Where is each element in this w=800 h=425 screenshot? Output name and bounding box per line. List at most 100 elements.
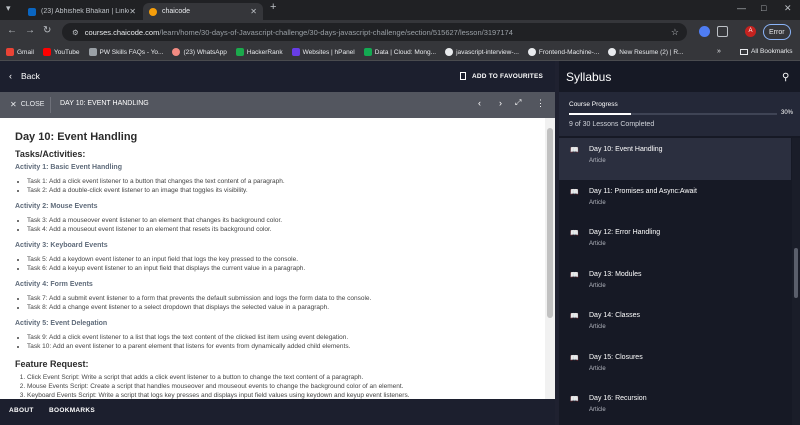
all-bookmarks-label: All Bookmarks [751,48,793,55]
maximize-button[interactable]: □ [761,3,766,13]
about-tab[interactable]: ABOUT [9,407,34,414]
all-bookmarks-button[interactable]: All Bookmarks [740,48,793,55]
github-icon [445,48,454,56]
close-tab-icon[interactable]: ✕ [250,7,257,16]
bookmark-new-resume[interactable]: New Resume (2) | R... [608,48,683,56]
bookmark-pw-skills[interactable]: PW Skills FAQs - Yo... [88,48,163,56]
minimize-button[interactable]: — [737,3,746,13]
url-host: courses.chaicode.com [84,27,160,37]
divider [50,97,51,113]
task-item: Task 9: Add a click event listener to a … [27,333,530,342]
task-item: Task 10: Add an event listener to a pare… [27,342,530,351]
lesson-type: Article [589,324,606,330]
previous-lesson-icon[interactable]: ‹ [478,98,481,108]
sidebar-scrollbar[interactable] [792,138,800,425]
add-to-favourites-button[interactable]: ADD TO FAVOURITES [460,72,543,80]
extension-icon[interactable] [699,26,710,37]
back-button[interactable]: ‹ Back [9,71,40,81]
lesson-item[interactable]: 📖 Day 13: Modules Article [559,263,791,305]
bookmark-label: Websites | hPanel [302,48,355,56]
lesson-name: Day 15: Closures [589,353,643,361]
lesson-name: Day 13: Modules [589,270,642,278]
book-icon: 📖 [570,147,579,154]
bookmark-star-icon[interactable]: ☆ [671,27,679,38]
task-item: Task 3: Add a mouseover event listener t… [27,216,530,225]
lesson-type: Article [589,365,606,372]
lesson-item[interactable]: 📖 Day 14: Classes Article [559,304,791,346]
progress-bar-fill [569,113,632,115]
activity-title: Activity 2: Mouse Events [15,203,98,210]
github-icon [527,48,536,56]
bookmark-youtube[interactable]: YouTube [42,48,80,56]
back-label: Back [21,71,40,81]
lesson-list: 📖 Day 10: Event Handling Article 📖 Day 1… [559,138,791,425]
lesson-item[interactable]: 📖 Day 16: Recursion Article [559,387,791,425]
hackerrank-icon [235,48,244,56]
bookmark-js-interview[interactable]: javascript-interview-... [445,48,519,56]
error-label: Error [769,28,785,36]
bookmark-mongodb[interactable]: Data | Cloud: Mong... [363,48,437,56]
lesson-name: Day 11: Promises and Async:Await [589,187,697,195]
fullscreen-icon[interactable]: ⤢ [515,98,521,108]
browser-tab-linkedin[interactable]: (23) Abhishek Bhakari | Linked ✕ [22,3,142,20]
profile-avatar[interactable]: A [745,26,756,37]
lesson-item[interactable]: 📖 Day 10: Event Handling Article [559,138,791,180]
bookmark-gmail[interactable]: Gmail [6,48,34,56]
back-arrow-icon[interactable]: ← [7,25,17,36]
more-bookmarks-button[interactable]: » [717,48,721,55]
forward-arrow-icon[interactable]: → [25,25,35,36]
browser-tab-chaicode[interactable]: chaicode ✕ [143,3,263,20]
youtube-icon [42,48,51,56]
favourites-label: ADD TO FAVOURITES [472,72,544,80]
lesson-item[interactable]: 📖 Day 15: Closures Article [559,346,791,388]
close-window-button[interactable]: ✕ [784,3,792,14]
task-list: Task 9: Add a click event listener to a … [15,333,530,351]
activity-title: Activity 1: Basic Event Handling [15,164,122,171]
book-icon: 📖 [570,396,579,403]
bookmark-hackerrank[interactable]: HackerRank [235,48,283,56]
bookmark-hpanel[interactable]: Websites | hPanel [291,48,355,56]
chevron-left-icon: ‹ [9,71,12,81]
lesson-item[interactable]: 📖 Day 12: Error Handling Article [559,221,791,263]
lesson-content: Day 10: Event Handling Tasks/Activities:… [0,118,545,399]
tab-title: chaicode [162,8,191,15]
extensions-puzzle-icon[interactable] [717,26,728,37]
more-options-icon[interactable]: ⋮ [536,98,545,109]
sidebar-scrollbar-thumb[interactable] [794,248,798,298]
address-bar[interactable]: ⚙ courses.chaicode.com /learn/home/30-da… [62,23,687,41]
lesson-type: Article [589,241,606,247]
feature-list: Click Event Script: Write a script that … [15,373,530,399]
new-tab-button[interactable]: + [270,1,276,13]
syllabus-title: Syllabus [566,70,612,84]
bookmark-label: (23) WhatsApp [183,48,227,56]
close-icon: ✕ [10,100,17,109]
bookmark-frontend-machine[interactable]: Frontend-Machine-... [527,48,599,56]
bookmark-label: Data | Cloud: Mong... [374,48,437,56]
next-lesson-icon[interactable]: › [499,98,502,108]
lesson-header: ✕ CLOSE DAY 10: EVENT HANDLING ‹ › ⤢ ⋮ [0,92,555,118]
activity-title: Activity 3: Keyboard Events [15,242,108,249]
task-item: Task 2: Add a double-click event listene… [27,186,530,195]
folder-icon [740,48,748,55]
reload-icon[interactable]: ↻ [43,25,51,36]
bookmarks-bar: Gmail YouTube PW Skills FAQs - Yo... (23… [0,44,800,61]
site-info-icon[interactable]: ⚙ [72,28,79,37]
close-button[interactable]: ✕ CLOSE [10,100,44,109]
course-progress: Course Progress 30% 9 of 30 Lessons Comp… [559,92,800,136]
hpanel-icon [291,48,300,56]
bookmark-whatsapp[interactable]: (23) WhatsApp [172,48,227,56]
tab-search-icon[interactable]: ▾ [6,3,11,14]
feature-request-heading: Feature Request: [15,359,89,369]
lesson-top-bar: ‹ Back ADD TO FAVOURITES [0,61,555,92]
content-scrollbar[interactable] [545,118,555,399]
lesson-item[interactable]: 📖 Day 11: Promises and Async:Await Artic… [559,180,791,222]
search-icon[interactable]: ⚲ [782,72,789,83]
close-tab-icon[interactable]: ✕ [129,7,136,16]
scrollbar-thumb[interactable] [547,128,553,318]
error-button[interactable]: Error [763,24,791,40]
bookmarks-tab[interactable]: BOOKMARKS [49,407,95,414]
task-list: Task 7: Add a submit event listener to a… [15,294,530,312]
bookmark-label: New Resume (2) | R... [619,48,684,56]
task-list: Task 3: Add a mouseover event listener t… [15,216,530,234]
lesson-name: Day 12: Error Handling [589,229,661,236]
